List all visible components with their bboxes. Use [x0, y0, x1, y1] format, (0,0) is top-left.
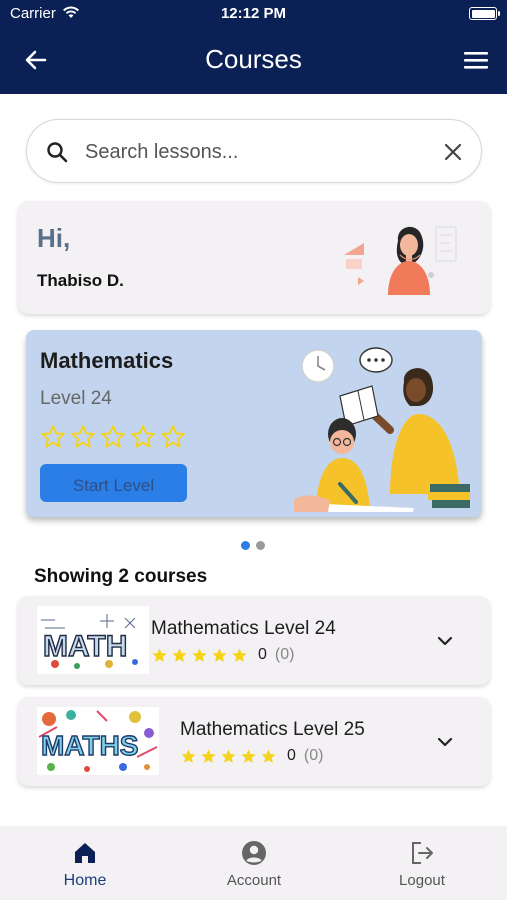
greeting-card: Hi, Thabiso D. [18, 201, 490, 314]
star-filled-icon [261, 748, 276, 763]
home-icon [75, 843, 95, 863]
svg-text:MATHS: MATHS [41, 730, 138, 761]
rating-count: (0) [274, 646, 295, 663]
start-level-button[interactable]: Start Level [40, 464, 187, 502]
svg-text:MATH: MATH [43, 630, 127, 663]
star-outline-icon [161, 425, 185, 448]
rating-stars [180, 748, 277, 765]
courses-count-heading: Showing 2 courses [34, 566, 208, 587]
rating-value: 0 [258, 646, 267, 663]
greeting-text: Hi, [37, 223, 71, 253]
star-filled-icon [181, 748, 196, 763]
featured-subject: Mathematics [40, 348, 174, 373]
search-icon [47, 142, 68, 163]
star-filled-icon [241, 748, 256, 763]
nav-home[interactable]: Home [25, 826, 145, 900]
nav-home-label: Home [63, 872, 107, 889]
page-title: Courses [205, 44, 302, 74]
rating-stars [151, 647, 248, 664]
search-bar [26, 119, 482, 183]
course-title: Mathematics Level 25 [180, 719, 365, 740]
battery-icon [469, 7, 500, 20]
star-filled-icon [232, 647, 247, 662]
search-input[interactable] [85, 134, 425, 170]
course-list-item[interactable]: MATH Mathematics Level 24 0 (0) [18, 596, 490, 685]
featured-rating-stars[interactable] [40, 424, 186, 450]
featured-course-card[interactable]: Mathematics Level 24 Start Level [26, 330, 482, 517]
status-bar: Carrier 12:12 PM [0, 0, 507, 28]
bottom-navigation: Home Account Logout [0, 826, 507, 900]
course-rating: 0 (0) [180, 747, 323, 765]
nav-account[interactable]: Account [194, 826, 314, 900]
nav-account-label: Account [226, 872, 282, 889]
star-filled-icon [192, 647, 207, 662]
course-title: Mathematics Level 24 [151, 618, 336, 639]
user-name: Thabiso D. [37, 271, 124, 290]
clear-search-icon[interactable] [441, 140, 465, 164]
star-outline-icon [131, 425, 155, 448]
featured-level: Level 24 [40, 388, 112, 409]
carousel-dot[interactable] [241, 541, 250, 550]
star-outline-icon [101, 425, 125, 448]
logout-icon [412, 842, 433, 864]
tutoring-illustration [294, 347, 470, 512]
chevron-down-icon[interactable] [434, 630, 456, 652]
star-filled-icon [221, 748, 236, 763]
star-filled-icon [172, 647, 187, 662]
course-rating: 0 (0) [151, 646, 294, 664]
carousel-dot[interactable] [256, 541, 265, 550]
star-filled-icon [201, 748, 216, 763]
course-list-item[interactable]: MATHS Mathematics Level 25 0 (0) [18, 697, 490, 786]
clock: 12:12 PM [220, 5, 287, 22]
star-filled-icon [212, 647, 227, 662]
course-thumbnail-maths: MATHS [37, 707, 159, 775]
rating-value: 0 [287, 747, 296, 764]
star-filled-icon [152, 647, 167, 662]
star-outline-icon [41, 425, 65, 448]
account-circle-icon [242, 841, 266, 865]
app-bar: Courses [0, 28, 507, 94]
course-thumbnail-math: MATH [37, 606, 149, 674]
star-outline-icon [71, 425, 95, 448]
hamburger-menu-icon[interactable] [463, 48, 489, 72]
rating-count: (0) [303, 747, 324, 764]
carousel-indicator [241, 541, 265, 551]
nav-logout-label: Logout [399, 872, 445, 889]
chevron-down-icon[interactable] [434, 731, 456, 753]
teacher-illustration [344, 226, 457, 295]
nav-logout[interactable]: Logout [362, 826, 482, 900]
